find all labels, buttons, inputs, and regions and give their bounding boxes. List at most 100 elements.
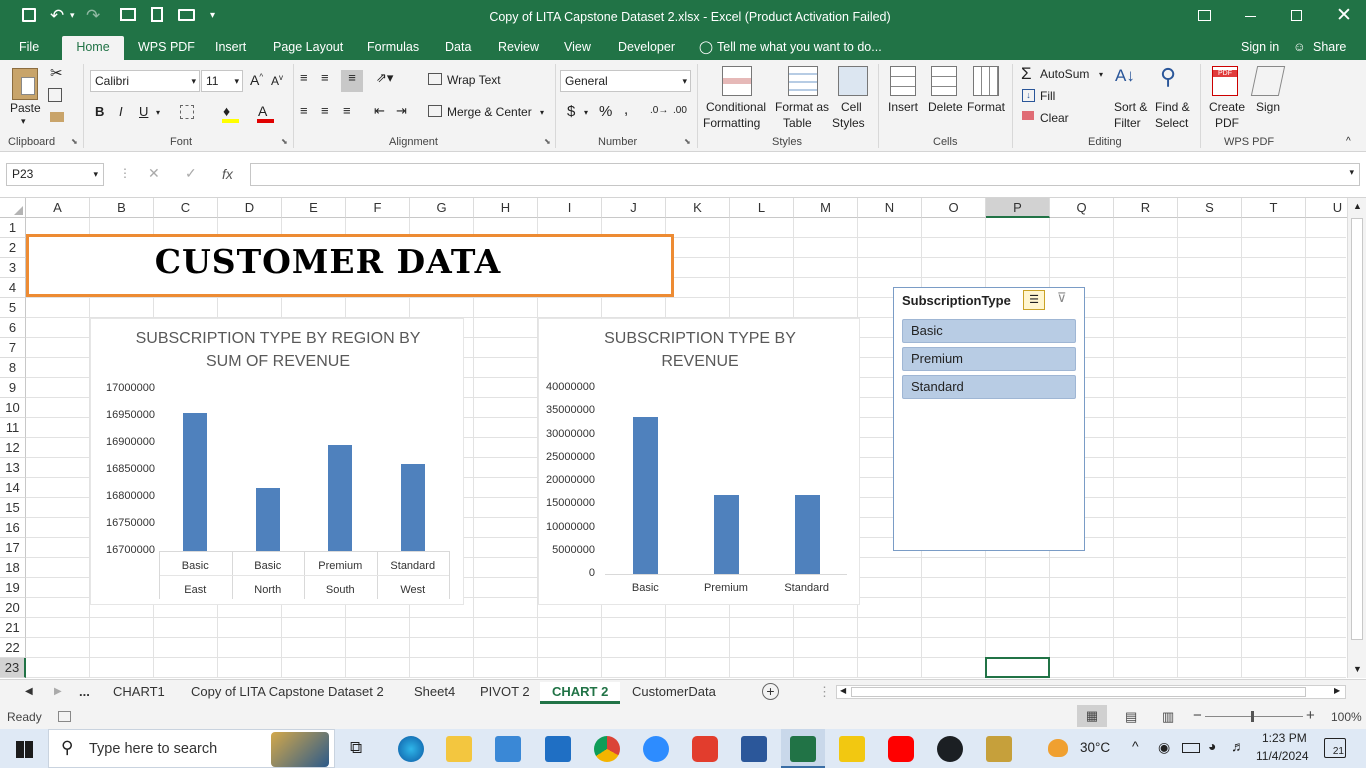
borders-icon[interactable] bbox=[180, 105, 194, 119]
zoom-level[interactable]: 100% bbox=[1331, 710, 1362, 724]
percent-button[interactable]: % bbox=[599, 103, 612, 120]
column-header-f[interactable]: F bbox=[346, 198, 410, 218]
row-header-4[interactable]: 4 bbox=[0, 278, 26, 298]
paste-button[interactable]: Paste bbox=[10, 101, 41, 115]
underline-dropdown-icon[interactable]: ▾ bbox=[156, 108, 160, 117]
column-header-s[interactable]: S bbox=[1178, 198, 1242, 218]
paste-dropdown-icon[interactable]: ▾ bbox=[21, 116, 26, 127]
column-header-j[interactable]: J bbox=[602, 198, 666, 218]
row-header-10[interactable]: 10 bbox=[0, 398, 26, 418]
row-header-14[interactable]: 14 bbox=[0, 478, 26, 498]
row-header-13[interactable]: 13 bbox=[0, 458, 26, 478]
slicer-item-premium[interactable]: Premium bbox=[902, 347, 1076, 371]
powerbi-icon[interactable] bbox=[839, 736, 865, 762]
undo-dropdown-icon[interactable]: ▾ bbox=[70, 10, 75, 21]
tab-developer[interactable]: Developer bbox=[618, 36, 675, 60]
store-icon[interactable] bbox=[495, 736, 521, 762]
page-break-view-icon[interactable]: ▥ bbox=[1162, 709, 1174, 725]
macro-record-icon[interactable] bbox=[58, 711, 71, 722]
notifications-icon[interactable]: 21 bbox=[1324, 738, 1346, 758]
column-header-b[interactable]: B bbox=[90, 198, 154, 218]
align-bottom-icon[interactable]: ≡ bbox=[341, 70, 363, 92]
format-cells-button[interactable]: Format bbox=[967, 100, 1005, 114]
row-header-2[interactable]: 2 bbox=[0, 238, 26, 258]
row-header-8[interactable]: 8 bbox=[0, 358, 26, 378]
customer-data-banner[interactable]: CUSTOMER DATA bbox=[26, 234, 674, 297]
page-layout-view-icon[interactable]: ▤ bbox=[1125, 709, 1137, 725]
orientation-icon[interactable]: ⇗▾ bbox=[376, 70, 393, 86]
customize-qat-icon[interactable]: ▾ bbox=[210, 10, 215, 21]
formula-input[interactable]: ▾ bbox=[250, 163, 1360, 186]
row-header-20[interactable]: 20 bbox=[0, 598, 26, 618]
save-icon[interactable] bbox=[22, 8, 36, 22]
insert-function-button[interactable]: fx bbox=[222, 166, 233, 182]
column-header-p[interactable]: P bbox=[986, 198, 1050, 218]
prev-sheet-icon[interactable]: ◀ bbox=[25, 682, 33, 704]
scroll-left-icon[interactable]: ◀ bbox=[840, 686, 846, 695]
task-view-icon[interactable]: ⧉ bbox=[350, 738, 362, 758]
enter-icon[interactable]: ✓ bbox=[185, 165, 197, 182]
column-header-a[interactable]: A bbox=[26, 198, 90, 218]
decrease-indent-icon[interactable]: ⇤ bbox=[374, 103, 385, 119]
fill-button[interactable]: Fill bbox=[1040, 89, 1055, 103]
sheet-tab-customerdata[interactable]: CustomerData bbox=[632, 682, 716, 704]
zoom-app-icon[interactable] bbox=[643, 736, 669, 762]
paste-icon[interactable] bbox=[12, 68, 38, 100]
sheet-tab-pivot2[interactable]: PIVOT 2 bbox=[480, 682, 530, 704]
row-header-3[interactable]: 3 bbox=[0, 258, 26, 278]
wrap-text-button[interactable]: Wrap Text bbox=[447, 73, 501, 87]
row-header-6[interactable]: 6 bbox=[0, 318, 26, 338]
row-header-1[interactable]: 1 bbox=[0, 218, 26, 238]
tab-review[interactable]: Review bbox=[498, 36, 539, 60]
zoom-slider[interactable] bbox=[1205, 716, 1303, 717]
align-right-icon[interactable]: ≡ bbox=[343, 103, 351, 118]
new-file-icon[interactable] bbox=[151, 7, 163, 22]
insert-cells-button[interactable]: Insert bbox=[888, 100, 918, 114]
ribbon-display-icon[interactable] bbox=[1198, 10, 1211, 21]
scroll-right-icon[interactable]: ▶ bbox=[1334, 686, 1340, 695]
row-header-16[interactable]: 16 bbox=[0, 518, 26, 538]
clear-button[interactable]: Clear bbox=[1040, 111, 1069, 125]
align-middle-icon[interactable]: ≡ bbox=[321, 70, 329, 85]
alignment-launcher-icon[interactable]: ⬊ bbox=[544, 137, 551, 146]
conditional-formatting-button[interactable]: Conditional bbox=[706, 100, 766, 114]
vertical-scroll-thumb[interactable] bbox=[1351, 218, 1363, 640]
row-header-17[interactable]: 17 bbox=[0, 538, 26, 558]
align-center-icon[interactable]: ≡ bbox=[321, 103, 329, 118]
column-header-q[interactable]: Q bbox=[1050, 198, 1114, 218]
column-header-e[interactable]: E bbox=[282, 198, 346, 218]
collapse-ribbon-icon[interactable]: ^ bbox=[1346, 136, 1351, 147]
column-header-m[interactable]: M bbox=[794, 198, 858, 218]
tab-insert[interactable]: Insert bbox=[215, 36, 246, 60]
autosum-dropdown-icon[interactable]: ▾ bbox=[1099, 70, 1103, 79]
chart-revenue-by-region[interactable]: SUBSCRIPTION TYPE BY REGION BY SUM OF RE… bbox=[90, 318, 464, 605]
currency-button[interactable]: $ bbox=[567, 103, 575, 120]
italic-button[interactable]: I bbox=[119, 104, 123, 119]
chart-revenue-by-type[interactable]: SUBSCRIPTION TYPE BY REVENUE 40000000 350… bbox=[538, 318, 860, 605]
name-box[interactable]: P23 ▾ bbox=[6, 163, 104, 186]
wifi-icon[interactable]: ◕ bbox=[1208, 738, 1216, 754]
merge-center-button[interactable]: Merge & Center bbox=[447, 105, 532, 119]
scroll-down-icon[interactable]: ▼ bbox=[1353, 664, 1362, 674]
font-name-select[interactable]: Calibri ▾ bbox=[90, 70, 200, 92]
weather-icon[interactable] bbox=[1048, 739, 1068, 757]
number-launcher-icon[interactable]: ⬊ bbox=[684, 137, 691, 146]
zoom-out-icon[interactable]: − bbox=[1193, 707, 1202, 724]
decrease-decimal-icon[interactable]: .00 bbox=[673, 105, 687, 116]
slicer-item-basic[interactable]: Basic bbox=[902, 319, 1076, 343]
clock-time[interactable]: 1:23 PM bbox=[1262, 731, 1307, 745]
row-header-23[interactable]: 23 bbox=[0, 658, 26, 678]
row-header-7[interactable]: 7 bbox=[0, 338, 26, 358]
sheet-tab-copy-dataset[interactable]: Copy of LITA Capstone Dataset 2 bbox=[191, 682, 384, 704]
merge-dropdown-icon[interactable]: ▾ bbox=[540, 108, 544, 117]
increase-font-icon[interactable]: A^ bbox=[250, 72, 263, 88]
meet-now-icon[interactable]: ◉ bbox=[1158, 739, 1170, 756]
format-painter-icon[interactable] bbox=[50, 112, 64, 122]
mail-icon[interactable] bbox=[545, 736, 571, 762]
more-sheets-button[interactable]: ... bbox=[79, 682, 90, 704]
row-header-5[interactable]: 5 bbox=[0, 298, 26, 318]
youtube-icon[interactable] bbox=[888, 736, 914, 762]
worksheet-grid[interactable]: ABCDEFGHIJKLMNOPQRSTU 1 2 3 4 5 6 7 8 9 10 11 12 13 1… bbox=[0, 198, 1366, 678]
zoom-slider-thumb[interactable] bbox=[1251, 711, 1254, 722]
fill-color-icon[interactable]: ♦ bbox=[223, 103, 230, 119]
